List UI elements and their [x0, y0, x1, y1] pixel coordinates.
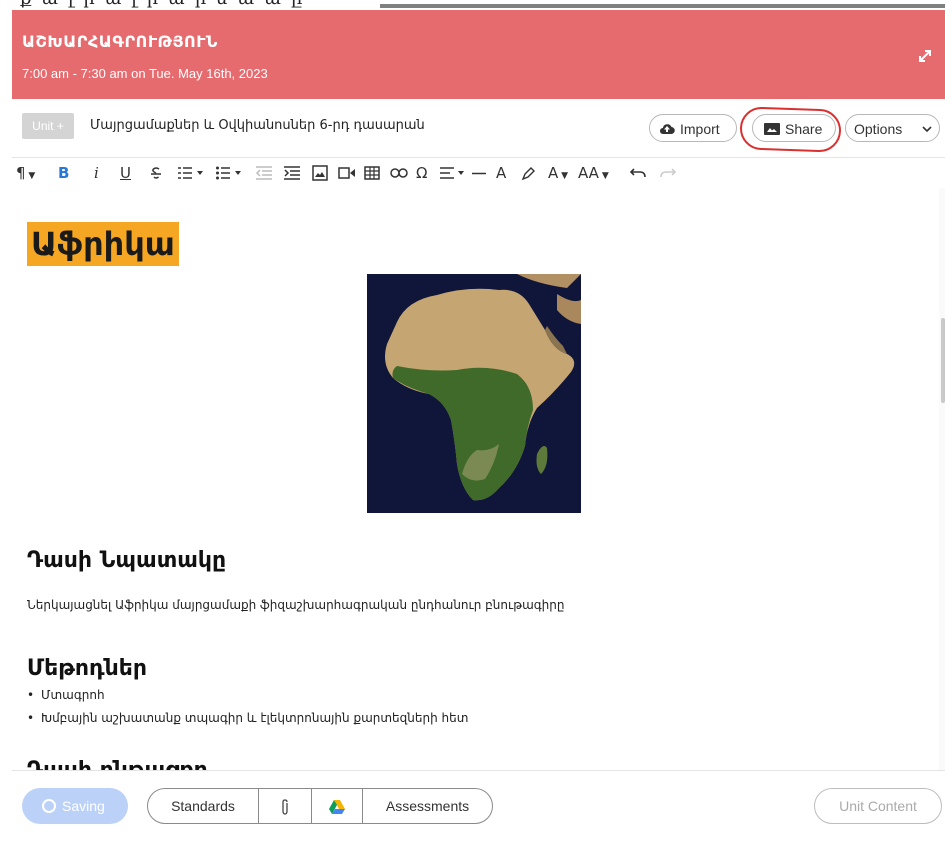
strikethrough-icon[interactable] [148, 166, 164, 182]
highlighter-icon[interactable] [520, 166, 536, 182]
options-dropdown[interactable]: Options [845, 114, 940, 142]
horizontal-line-icon[interactable] [472, 172, 486, 175]
paperclip-icon [282, 799, 288, 815]
saving-button[interactable]: Saving [22, 788, 128, 824]
font-size-button[interactable]: AA ▼ [578, 164, 609, 182]
expand-icon[interactable] [917, 48, 933, 64]
unit-content-button[interactable]: Unit Content [814, 788, 942, 824]
assessments-button[interactable]: Assessments [363, 789, 492, 823]
top-cropped-strip: ք ա լ ր ա լ ր ա ր ս ա ա ը [0, 0, 945, 10]
saving-label: Saving [62, 798, 105, 814]
loading-spinner-icon [42, 799, 56, 813]
ordered-list-icon[interactable] [178, 166, 206, 180]
insert-link-icon[interactable] [390, 167, 408, 179]
import-label: Import [680, 121, 720, 137]
editor-content[interactable]: Աֆրիկա Դասի Նպատակը Ներկայացնել Աֆրիկա մ… [12, 188, 945, 770]
options-label: Options [854, 121, 903, 137]
bold-button[interactable]: B [58, 164, 69, 182]
lesson-header: ԱՇԽԱՐՀԱԳՐՈՒԹՅՈՒՆ 7:00 am - 7:30 am on Tu… [12, 10, 945, 99]
cloud-upload-icon [659, 124, 675, 135]
insert-table-icon[interactable] [364, 165, 380, 181]
cropped-text: ք ա լ ր ա լ ր ա ր ս ա ա ը [20, 0, 304, 9]
subject-title: ԱՇԽԱՐՀԱԳՐՈՒԹՅՈՒՆ [22, 32, 218, 51]
standards-button[interactable]: Standards [148, 789, 258, 823]
cropped-divider [380, 4, 945, 8]
italic-button[interactable]: i [94, 164, 99, 182]
next-heading: Դասի ընթացքը [27, 758, 208, 770]
indent-icon[interactable] [284, 166, 300, 180]
text-style-button[interactable]: A ▼ [548, 164, 568, 182]
annotation-circle [739, 106, 842, 153]
add-unit-button[interactable]: Unit + [22, 113, 74, 139]
insert-video-icon[interactable] [338, 166, 356, 180]
goal-heading: Դասի Նպատակը [27, 548, 227, 573]
lesson-editor-window: ԱՇԽԱՐՀԱԳՐՈՒԹՅՈՒՆ 7:00 am - 7:30 am on Tu… [12, 10, 945, 843]
formatting-toolbar: ¶ ▼ B i U Ω A A ▼ AA ▼ [12, 158, 945, 188]
align-icon[interactable] [440, 166, 468, 180]
import-button[interactable]: Import [649, 114, 737, 142]
outdent-icon[interactable] [256, 166, 272, 180]
underline-button[interactable]: U [120, 164, 131, 182]
unit-name: Մայրցամաքներ և Օվկիանոսներ 6-րդ դասարան [90, 118, 425, 133]
unit-bar: Unit + Մայրցամաքներ և Օվկիանոսներ 6-րդ դ… [12, 99, 945, 158]
special-character-button[interactable]: Ω [416, 164, 427, 182]
chevron-down-icon [922, 126, 932, 133]
page-heading: Աֆրիկա [27, 222, 179, 266]
undo-icon[interactable] [630, 167, 646, 179]
font-size-label: AA [578, 164, 599, 182]
methods-list: Մտագրոհ Խմբային աշխատանք տպագիր և էլեկտր… [27, 684, 468, 730]
africa-satellite-image [367, 274, 581, 513]
scrollbar[interactable] [939, 188, 945, 770]
list-item: Խմբային աշխատանք տպագիր և էլեկտրոնային ք… [27, 707, 468, 730]
scrollbar-thumb[interactable] [941, 318, 945, 403]
paragraph-format-icon[interactable]: ¶ ▼ [16, 164, 35, 182]
attachment-button[interactable] [259, 789, 311, 823]
lesson-time: 7:00 am - 7:30 am on Tue. May 16th, 2023 [22, 66, 268, 81]
font-color-button[interactable]: A [496, 164, 506, 182]
redo-icon[interactable] [660, 167, 676, 179]
bullet-list-icon[interactable] [216, 166, 244, 180]
google-drive-icon [329, 800, 345, 815]
footer-button-group: Standards Assessments [147, 788, 493, 824]
editor-footer: Saving Standards Assessments Unit Conten… [12, 770, 945, 843]
google-drive-button[interactable] [312, 789, 362, 823]
list-item: Մտագրոհ [27, 684, 468, 707]
insert-image-icon[interactable] [312, 165, 328, 181]
methods-heading: Մեթոդներ [27, 656, 147, 681]
goal-text: Ներկայացնել Աֆրիկա մայրցամաքի ֆիզաշխարհա… [27, 598, 565, 612]
